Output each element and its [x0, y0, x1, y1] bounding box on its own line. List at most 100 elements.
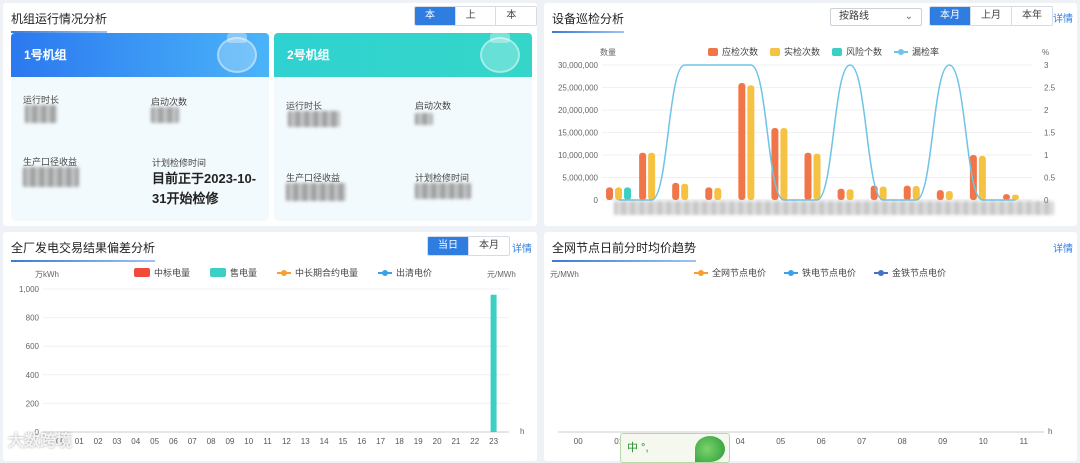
- start-count-value-redacted: [415, 113, 433, 125]
- node-price-panel: 全网节点日前分时均价趋势 详情 全网节点电价 铁电节点电价 金铁节点电价 元/M…: [544, 232, 1077, 461]
- y-tick-label: 1,000: [19, 285, 40, 294]
- unit-card-header: 1号机组: [11, 33, 269, 77]
- leaf-icon: [695, 436, 725, 462]
- bar-actual[interactable]: [813, 153, 821, 200]
- unit-card-1[interactable]: 1号机组 运行时长 启动次数 生产口径收益 计划检修时间 目前正于2023-10…: [11, 33, 269, 221]
- x-tick-label: 21: [451, 437, 460, 446]
- x-tick-label: 06: [817, 437, 826, 446]
- ime-label: 中 °,: [627, 442, 649, 454]
- bar-actual[interactable]: [1011, 194, 1019, 200]
- bar-risk[interactable]: [624, 187, 632, 200]
- y-tick-label: 5,000,000: [562, 174, 598, 183]
- y-tick-label: 200: [26, 399, 40, 408]
- run-time-value-redacted: [288, 111, 340, 127]
- x-tick-label: 04: [736, 437, 745, 446]
- tab-this-year[interactable]: 本年: [495, 7, 536, 25]
- ime-toolbar[interactable]: 中 °,: [620, 433, 730, 463]
- bar-planned[interactable]: [639, 152, 647, 200]
- maintenance-text: 目前正于2023-10-31开始检修: [152, 171, 257, 206]
- bar-actual[interactable]: [714, 187, 722, 200]
- unit-card-2[interactable]: 2号机组 运行时长 启动次数 生产口径收益 计划检修时间: [274, 33, 532, 221]
- x-tick-label: 20: [433, 437, 442, 446]
- node-price-chart: 元/MWh h 000102030405060708091011: [550, 270, 1052, 446]
- y-axis-label: 元/MWh: [550, 270, 579, 279]
- x-tick-label: 09: [938, 437, 947, 446]
- x-tick-label: 04: [131, 437, 140, 446]
- generator-icon-body: [217, 37, 257, 73]
- bar-actual[interactable]: [747, 85, 755, 200]
- tab-last-month[interactable]: 上月: [454, 7, 496, 25]
- y-tick-label: 0: [594, 196, 599, 205]
- x-tick-label: 08: [207, 437, 216, 446]
- inspection-panel: 设备巡检分析 按路线 ⌄ 本月 上月 本年 详情 应检次数 实检次数 风险个数 …: [544, 3, 1077, 226]
- y2-axis-label: 元/MWh: [487, 270, 516, 279]
- x-tick-label: 05: [150, 437, 159, 446]
- x-tick-label: 11: [1020, 437, 1029, 446]
- x-tick-label: 22: [470, 437, 479, 446]
- x-tick-label: 09: [225, 437, 234, 446]
- bar-planned[interactable]: [738, 83, 746, 200]
- unit-name: 2号机组: [287, 48, 330, 62]
- bar-actual[interactable]: [648, 152, 656, 200]
- bar-planned[interactable]: [936, 190, 944, 200]
- tab-this-month[interactable]: 本月: [415, 7, 455, 25]
- unit-card-header: 2号机组: [274, 33, 532, 77]
- revenue-value-redacted: [23, 167, 79, 187]
- y2-tick-label: 2.5: [1044, 84, 1056, 93]
- y2-tick-label: 2: [1044, 106, 1049, 115]
- unit-name: 1号机组: [24, 48, 67, 62]
- y2-tick-label: 1.5: [1044, 129, 1056, 138]
- x-tick-label: 17: [376, 437, 385, 446]
- watermark-logo: 大数跨境: [8, 433, 73, 450]
- y-axis-label: 数量: [600, 47, 616, 57]
- bar-actual[interactable]: [681, 183, 689, 200]
- y-tick-label: 600: [26, 342, 40, 351]
- bar-sold-volume[interactable]: [490, 294, 497, 432]
- bar-planned[interactable]: [705, 187, 713, 200]
- bar-planned[interactable]: [804, 152, 812, 200]
- trade-chart: 万kWh 元/MWh h 1,000800600400200000 01 02 03 0…: [19, 270, 524, 446]
- x-tick-label: 02: [94, 437, 103, 446]
- x-tick-label: 16: [357, 437, 366, 446]
- bar-planned[interactable]: [903, 185, 911, 200]
- generator-icon-body: [480, 37, 520, 73]
- bar-actual[interactable]: [978, 155, 986, 200]
- bar-planned[interactable]: [1002, 194, 1010, 200]
- bar-planned[interactable]: [672, 182, 680, 200]
- start-count-value-redacted: [151, 107, 179, 123]
- bar-actual[interactable]: [780, 128, 788, 200]
- x-axis-label: h: [520, 427, 524, 436]
- x-tick-label: 06: [169, 437, 178, 446]
- y2-tick-label: 0.5: [1044, 174, 1056, 183]
- revenue-value-redacted: [286, 183, 346, 201]
- x-tick-label: 15: [338, 437, 347, 446]
- start-count-label: 启动次数: [415, 101, 452, 111]
- unit-operation-panel: 机组运行情况分析 本月 上月 本年 1号机组 运行时长 启动次数 生产口径收益 …: [3, 3, 537, 226]
- bar-actual[interactable]: [945, 191, 953, 200]
- panel-title: 机组运行情况分析: [11, 10, 108, 33]
- x-tick-label: 08: [898, 437, 907, 446]
- bar-actual[interactable]: [846, 189, 854, 200]
- y2-tick-label: 1: [1044, 151, 1049, 160]
- period-tabs: 本月 上月 本年: [414, 6, 537, 26]
- bar-planned[interactable]: [837, 188, 845, 200]
- y-tick-label: 30,000,000: [558, 61, 599, 70]
- x-tick-label: 07: [188, 437, 197, 446]
- x-tick-label: 00: [574, 437, 583, 446]
- x-axis-label: h: [1048, 427, 1052, 436]
- x-tick-label: 10: [979, 437, 988, 446]
- y2-tick-label: 3: [1044, 61, 1049, 70]
- x-tick-label: 01: [75, 437, 84, 446]
- bar-actual[interactable]: [912, 186, 920, 200]
- trade-deviation-panel: 全厂发电交易结果偏差分析 当日 本月 详情 中标电量 售电量 中长期合约电量 出…: [3, 232, 537, 461]
- x-tick-label: 05: [776, 437, 785, 446]
- run-time-value-redacted: [25, 105, 57, 123]
- bar-planned[interactable]: [606, 187, 614, 200]
- inspection-chart: 数量 % 30,000,00025,000,00020,000,00015,00…: [558, 47, 1056, 205]
- bar-actual[interactable]: [615, 187, 623, 200]
- y-tick-label: 10,000,000: [558, 151, 599, 160]
- x-tick-label: 07: [857, 437, 866, 446]
- y-tick-label: 25,000,000: [558, 84, 599, 93]
- y-tick-label: 20,000,000: [558, 106, 599, 115]
- y-tick-label: 800: [26, 314, 40, 323]
